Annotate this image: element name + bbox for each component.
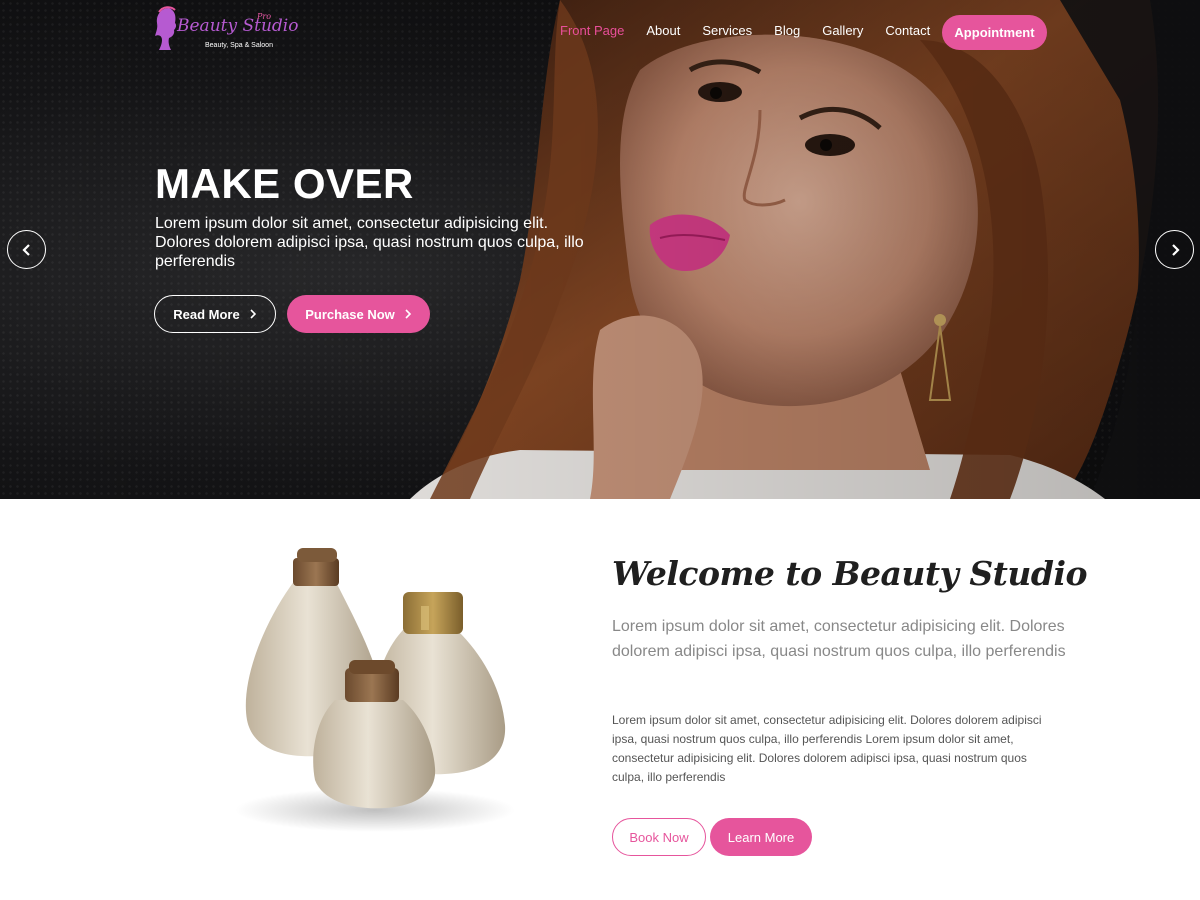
nav-item-about[interactable]: About [646, 23, 680, 38]
slider-next-button[interactable] [1155, 230, 1194, 269]
brand-logo[interactable]: Beauty Studio Pro Beauty, Spa & Saloon [153, 6, 298, 54]
hero-title: MAKE OVER [155, 160, 414, 207]
nav-item-gallery[interactable]: Gallery [822, 23, 863, 38]
appointment-button[interactable]: Appointment [942, 15, 1047, 50]
read-more-button[interactable]: Read More [154, 295, 276, 333]
purchase-now-label: Purchase Now [305, 306, 395, 322]
purchase-now-button[interactable]: Purchase Now [287, 295, 430, 333]
chevron-left-icon [21, 243, 30, 256]
brand-name: Beauty Studio [177, 16, 299, 36]
nav-item-contact[interactable]: Contact [885, 23, 930, 38]
read-more-label: Read More [173, 306, 240, 322]
welcome-body-text: Lorem ipsum dolor sit amet, consectetur … [612, 713, 1042, 784]
slider-prev-button[interactable] [7, 230, 46, 269]
welcome-title: Welcome to Beauty Studio [612, 554, 1088, 593]
main-navigation: Front Page About Services Blog Gallery C… [560, 23, 952, 38]
nav-item-blog[interactable]: Blog [774, 23, 800, 38]
brand-badge: Pro [257, 12, 272, 21]
hero-slider: Beauty Studio Pro Beauty, Spa & Saloon F… [0, 0, 1200, 499]
cosmetic-bottles-image [235, 548, 515, 832]
chevron-right-icon [250, 309, 256, 319]
nav-item-front-page[interactable]: Front Page [560, 23, 624, 38]
chevron-right-icon [405, 309, 411, 319]
nav-item-services[interactable]: Services [702, 23, 752, 38]
brand-tagline: Beauty, Spa & Saloon [205, 42, 273, 49]
book-now-button[interactable]: Book Now [612, 818, 706, 856]
welcome-lead-text: Lorem ipsum dolor sit amet, consectetur … [612, 618, 1066, 660]
chevron-right-icon [1171, 243, 1180, 256]
hero-description: Lorem ipsum dolor sit amet, consectetur … [155, 215, 584, 270]
learn-more-button[interactable]: Learn More [710, 818, 812, 856]
woman-silhouette-icon [155, 6, 177, 50]
